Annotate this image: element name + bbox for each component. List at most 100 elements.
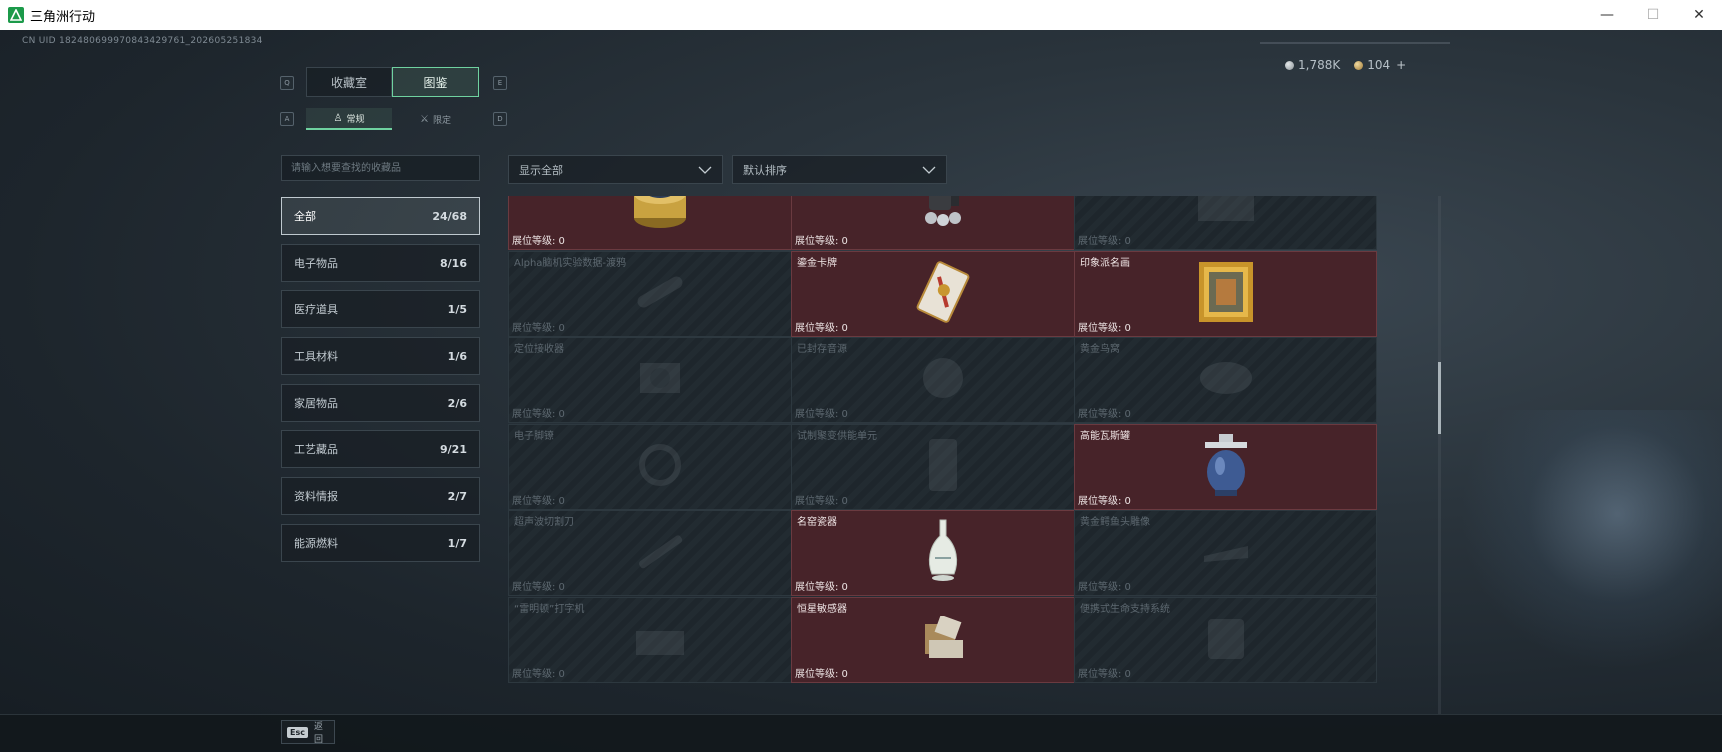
gilded-card-icon (913, 260, 973, 328)
item-card[interactable]: 定位接收器展位等级: 0 (508, 337, 811, 423)
caviar-tin-icon (631, 196, 689, 234)
item-name: 黄金鳄鱼头雕像 (1080, 517, 1150, 528)
subtab-regular[interactable]: ♙ 常规 (306, 108, 392, 130)
subtab-limited[interactable]: ⚔ 限定 (392, 108, 479, 130)
item-card[interactable]: 电子脚镣 展位等级: 0 (508, 423, 811, 510)
box-icon (1196, 196, 1256, 229)
item-level: 展位等级: 0 (795, 495, 848, 507)
gold-coin-icon (1354, 61, 1364, 70)
category-label: 工艺藏品 (294, 443, 338, 456)
gold-amount: 104 (1367, 58, 1391, 72)
category-count: 2/6 (447, 396, 467, 410)
esc-key-icon: Esc (287, 726, 308, 738)
close-button[interactable]: ✕ (1676, 0, 1722, 30)
gold-currency[interactable]: 104 + (1354, 58, 1406, 72)
category-household[interactable]: 家居物品 2/6 (281, 384, 480, 422)
disc-icon (913, 353, 973, 407)
item-card[interactable]: 已封存音源 展位等级: 0 (791, 337, 1094, 423)
person-icon: ♙ (333, 112, 343, 124)
item-card[interactable]: 高能瓦斯罐展位等级: 0 (1074, 423, 1377, 510)
category-medical[interactable]: 医疗道具 1/5 (281, 290, 480, 328)
app-logo-icon (8, 7, 24, 23)
player-uid: CN UID 182480699970843429761_20260525183… (22, 36, 263, 46)
scrollbar-track[interactable] (1438, 196, 1441, 715)
key-hint-prev-subtab: A (280, 112, 294, 126)
category-tools[interactable]: 工具材料 1/6 (281, 337, 480, 375)
item-level: 展位等级: 0 (512, 495, 565, 507)
subtab-limited-label: 限定 (432, 115, 451, 126)
item-card[interactable]: Alpha脑机实验数据-渡鸦 展位等级: 0 (508, 250, 811, 337)
category-label: 全部 (294, 210, 316, 223)
display-filter-dropdown[interactable]: 显示全部 (508, 155, 723, 184)
window-title: 三角洲行动 (30, 9, 96, 25)
window-titlebar: 三角洲行动 — ☐ ✕ (0, 0, 1722, 30)
item-level: 展位等级: 0 (1078, 582, 1131, 593)
category-crafts[interactable]: 工艺藏品 9/21 (281, 430, 480, 468)
minimize-button[interactable]: — (1584, 0, 1630, 30)
life-support-icon (1196, 613, 1256, 667)
item-card[interactable]: 展位等级: 0 (508, 196, 811, 250)
category-label: 家居物品 (294, 397, 338, 410)
item-card[interactable]: 恒星敏感器 展位等级: 0 (791, 596, 1094, 683)
typewriter-icon (630, 613, 690, 667)
category-label: 能源燃料 (294, 537, 338, 550)
framed-painting-icon (1198, 261, 1254, 327)
item-name: Alpha脑机实验数据-渡鸦 (514, 257, 627, 269)
item-card[interactable]: 印象派名画 展位等级: 0 (1074, 250, 1377, 337)
decor-line (1260, 42, 1450, 44)
item-name: “雷明顿”打字机 (514, 603, 585, 615)
key-hint-prev-tab: Q (280, 76, 294, 90)
item-card[interactable]: “雷明顿”打字机 展位等级: 0 (508, 596, 811, 683)
sort-dropdown[interactable]: 默认排序 (732, 155, 947, 184)
category-count: 1/5 (447, 302, 467, 316)
category-label: 医疗道具 (294, 303, 338, 316)
crossed-swords-icon: ⚔ (420, 113, 429, 125)
star-sensor-icon (915, 614, 971, 664)
silver-coin-icon (1285, 61, 1294, 70)
maximize-button[interactable]: ☐ (1630, 0, 1676, 30)
item-card[interactable]: 展位等级: 0 (1074, 196, 1377, 250)
item-level: 展位等级: 0 (512, 409, 565, 420)
chevron-down-icon (922, 166, 936, 174)
item-level: 展位等级: 0 (795, 582, 848, 593)
search-input[interactable] (281, 155, 480, 181)
tab-collection-room[interactable]: 收藏室 (306, 67, 392, 97)
category-all[interactable]: 全部 24/68 (281, 197, 480, 235)
scrollbar-thumb[interactable] (1438, 362, 1441, 434)
game-viewport: CN UID 182480699970843429761_20260525183… (0, 30, 1722, 752)
category-electronics[interactable]: 电子物品 8/16 (281, 244, 480, 282)
item-card[interactable]: 超声波切割刀 展位等级: 0 (508, 510, 811, 596)
item-card[interactable]: 黄金鳄鱼头雕像 展位等级: 0 (1074, 510, 1377, 596)
porcelain-vase-icon (923, 518, 963, 588)
background-storm (1460, 410, 1722, 670)
category-count: 1/6 (447, 349, 467, 363)
item-card[interactable]: 试制聚变供能单元 展位等级: 0 (791, 423, 1094, 510)
category-count: 1/7 (447, 536, 467, 550)
subtab-regular-label: 常规 (346, 114, 365, 125)
item-card[interactable]: 黄金鸟窝 展位等级: 0 (1074, 337, 1377, 423)
add-currency-button[interactable]: + (1396, 58, 1406, 72)
item-name: 定位接收器 (514, 344, 564, 355)
item-card[interactable]: 鎏金卡牌 展位等级: 0 (791, 250, 1094, 337)
category-count: 24/68 (432, 209, 467, 223)
back-button[interactable]: Esc 返回 (281, 720, 335, 745)
croc-statue-icon (1196, 526, 1256, 580)
item-level: 展位等级: 0 (512, 668, 565, 680)
item-level: 展位等级: 0 (795, 668, 848, 680)
tab-codex[interactable]: 图鉴 (392, 67, 479, 97)
category-label: 电子物品 (294, 257, 338, 270)
item-name: 便携式生命支持系统 (1080, 603, 1170, 615)
category-energy[interactable]: 能源燃料 1/7 (281, 524, 480, 562)
item-name: 高能瓦斯罐 (1080, 430, 1130, 442)
item-card[interactable]: 展位等级: 0 (791, 196, 1094, 250)
item-card[interactable]: 便携式生命支持系统 展位等级: 0 (1074, 596, 1377, 683)
item-level: 展位等级: 0 (1078, 495, 1131, 507)
item-card[interactable]: 名窑瓷器 展位等级: 0 (791, 510, 1094, 596)
back-label: 返回 (313, 722, 323, 745)
category-intel[interactable]: 资料情报 2/7 (281, 477, 480, 515)
category-label: 工具材料 (294, 350, 338, 363)
key-hint-next-tab: E (493, 76, 507, 90)
power-cell-icon (923, 435, 963, 499)
sort-value: 默认排序 (743, 163, 787, 177)
currency-bar: 1,788K 104 + (1285, 58, 1406, 72)
